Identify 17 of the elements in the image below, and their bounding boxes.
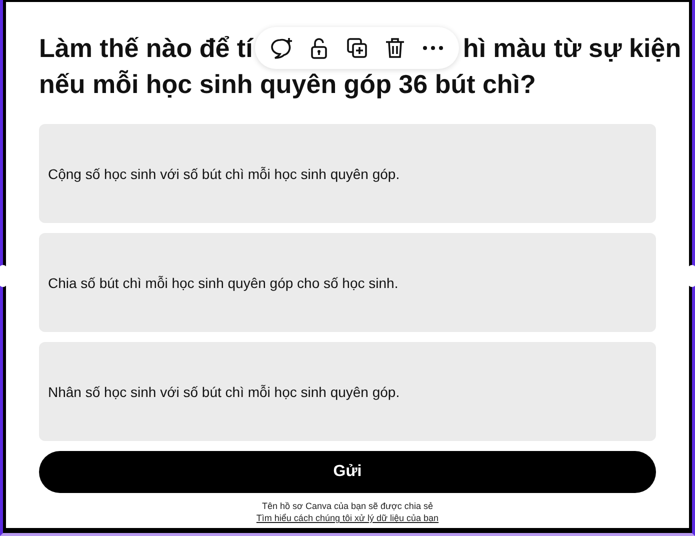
resize-handle[interactable] [688,265,695,287]
comment-add-icon-button[interactable] [268,36,293,60]
question-title: hì màu từ sự kiện [462,32,682,65]
question-title: nếu mỗi học sinh quyên góp 36 bút chì? [39,68,537,101]
comment-add-icon [268,36,293,60]
more-icon-button[interactable] [420,44,445,52]
answer-option[interactable]: Nhân số học sinh với số bút chì mỗi học sinh quyên góp. [39,342,656,441]
resize-handle[interactable] [0,265,7,287]
privacy-link[interactable]: Tìm hiểu cách chúng tôi xử lý dữ liệu của bạn [256,513,439,523]
share-note: Tên hồ sơ Canva của bạn sẽ được chia sẻ [262,501,433,511]
answer-option[interactable]: Chia số bút chì mỗi học sinh quyên góp cho số học sinh. [39,233,656,332]
duplicate-icon [344,36,369,60]
more-icon [420,44,445,52]
answer-option[interactable]: Cộng số học sinh với số bút chì mỗi học sinh quyên góp. [39,124,656,223]
submit-button[interactable]: Gửi [39,451,656,493]
question-title: Làm thế nào để tí [39,32,253,65]
duplicate-icon-button[interactable] [344,36,369,60]
